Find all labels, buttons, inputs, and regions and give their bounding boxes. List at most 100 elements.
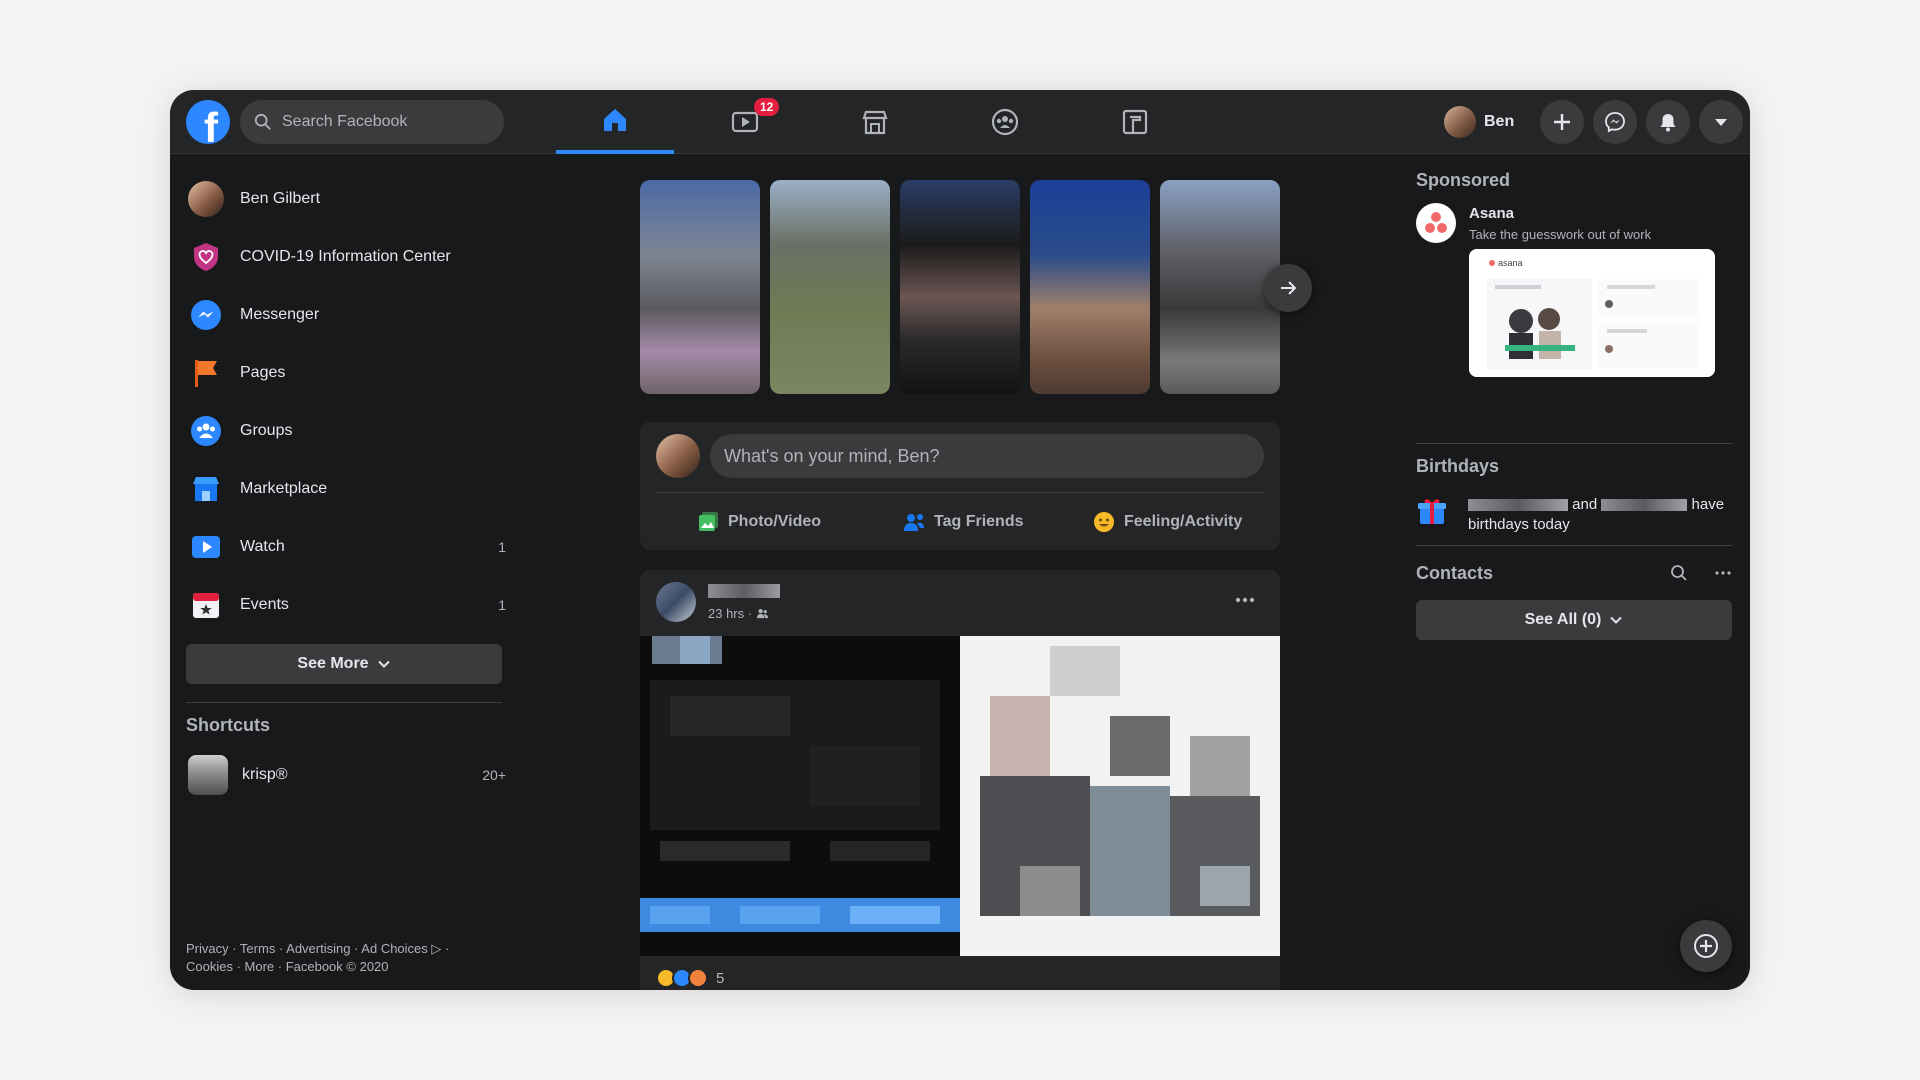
search-icon[interactable] [1670, 564, 1688, 582]
profile-chip[interactable]: Ben [1440, 102, 1524, 142]
sidebar-item-label: Marketplace [240, 480, 328, 497]
stories-next-button[interactable] [1264, 264, 1312, 312]
divider [1416, 443, 1732, 444]
photo-video-button[interactable]: Photo/Video [696, 504, 821, 540]
sidebar-item-groups[interactable]: Groups [186, 402, 506, 460]
contacts-title: Contacts [1416, 562, 1494, 583]
shortcut-count: 20+ [482, 767, 506, 783]
sidebar-item-label: Watch [240, 538, 285, 555]
see-all-contacts-button[interactable]: See All (0) [1416, 600, 1732, 640]
birthday-notice[interactable]: and have birthdays today [1416, 495, 1732, 535]
search-input[interactable] [282, 113, 482, 131]
chevron-down-icon [377, 660, 390, 668]
marketplace-store-icon [862, 110, 888, 135]
haha-reaction-icon [688, 968, 708, 988]
watch-video-icon [188, 529, 224, 565]
sidebar-item-marketplace[interactable]: Marketplace [186, 460, 506, 518]
pixelated-photo [640, 636, 960, 956]
sidebar-item-profile[interactable]: Ben Gilbert [186, 170, 506, 228]
feed-post: 23 hrs · 5 [640, 570, 1280, 990]
avatar [656, 434, 700, 478]
ad-image-brand: asana [1498, 258, 1523, 268]
pages-flag-icon [188, 355, 224, 391]
post-options-button[interactable] [1230, 590, 1260, 610]
sponsored-ad[interactable]: Asana Take the guesswork out of work asa… [1416, 203, 1732, 433]
ad-tagline: Take the guesswork out of work [1469, 227, 1652, 242]
shortcuts-title: Shortcuts [186, 715, 271, 735]
story-card[interactable] [1030, 180, 1150, 394]
tag-friends-button[interactable]: Tag Friends [902, 504, 1024, 540]
arrow-right-icon [1281, 281, 1297, 295]
divider [186, 702, 502, 703]
story-card[interactable] [900, 180, 1020, 394]
events-calendar-icon [188, 587, 224, 623]
more-dots-icon[interactable] [1714, 564, 1732, 582]
sidebar-item-count: 1 [498, 539, 506, 555]
tab-home[interactable] [556, 90, 674, 154]
marketplace-store-icon [188, 471, 224, 507]
sidebar-item-pages[interactable]: Pages [186, 344, 506, 402]
facebook-logo-icon[interactable]: f [186, 100, 230, 144]
right-rail: Sponsored Asana Take the guesswork out o… [1416, 170, 1732, 640]
sidebar-item-label: Events [240, 596, 289, 613]
birthday-and: and [1572, 496, 1598, 513]
caret-down-icon [1715, 119, 1727, 126]
profile-name: Ben [1484, 113, 1515, 130]
tab-marketplace[interactable] [816, 90, 934, 154]
feeling-activity-button[interactable]: Feeling/Activity [1092, 504, 1242, 540]
see-more-label: See More [297, 655, 369, 672]
tab-watch[interactable]: 12 [686, 90, 804, 154]
birthdays-title: Birthdays [1416, 456, 1500, 476]
groups-icon [188, 413, 224, 449]
tab-groups[interactable] [946, 90, 1064, 154]
search-icon [254, 113, 271, 130]
story-card[interactable] [1160, 180, 1280, 394]
more-dots-icon [1235, 597, 1255, 603]
sidebar-item-watch[interactable]: Watch 1 [186, 518, 506, 576]
sidebar-item-covid[interactable]: COVID-19 Information Center [186, 228, 506, 286]
see-more-button[interactable]: See More [186, 644, 502, 684]
footer-line[interactable]: Cookies · More · Facebook © 2020 [186, 958, 506, 976]
facebook-window: f 12 Ben [170, 90, 1750, 990]
avatar[interactable] [656, 582, 696, 622]
new-message-button[interactable] [1680, 920, 1732, 972]
create-button[interactable] [1540, 100, 1584, 144]
search-box[interactable] [240, 100, 504, 144]
footer-links[interactable]: Privacy · Terms · Advertising · Ad Choic… [186, 940, 506, 976]
contacts-header: Contacts [1416, 558, 1732, 588]
sidebar-item-label: Pages [240, 364, 286, 381]
composer-placeholder: What's on your mind, Ben? [724, 445, 940, 466]
post-author-name-redacted[interactable] [708, 584, 780, 598]
pixelated-photo [960, 636, 1280, 956]
asana-ad-creative: asana [1469, 249, 1715, 377]
messenger-icon [1605, 112, 1625, 133]
account-menu-button[interactable] [1699, 100, 1743, 144]
sidebar-item-messenger[interactable]: Messenger [186, 286, 506, 344]
chevron-down-icon [1610, 616, 1623, 624]
post-timestamp[interactable]: 23 hrs · [708, 606, 769, 621]
notifications-button[interactable] [1646, 100, 1690, 144]
ad-image[interactable]: asana [1469, 249, 1715, 377]
tab-gaming[interactable] [1076, 90, 1194, 154]
footer-line[interactable]: Privacy · Terms · Advertising · Ad Choic… [186, 940, 506, 958]
stories-tray [640, 180, 1312, 394]
composer-input[interactable]: What's on your mind, Ben? [710, 434, 1264, 478]
left-sidebar: Ben Gilbert COVID-19 Information Center … [186, 170, 506, 804]
post-reactions[interactable]: 5 [656, 968, 724, 988]
sidebar-item-events[interactable]: Events 1 [186, 576, 506, 634]
story-card[interactable] [640, 180, 760, 394]
shortcut-label: krisp® [242, 766, 288, 783]
sidebar-item-label: COVID-19 Information Center [240, 248, 451, 265]
post-composer: What's on your mind, Ben? Photo/Video Ta… [640, 422, 1280, 550]
messenger-button[interactable] [1593, 100, 1637, 144]
gaming-icon [1122, 109, 1148, 135]
covid-heart-shield-icon [188, 239, 224, 275]
plus-circle-icon [1694, 934, 1718, 958]
bell-icon [1660, 114, 1676, 132]
post-photo-right[interactable] [960, 636, 1280, 956]
sidebar-item-label: Ben Gilbert [240, 190, 321, 207]
post-photo-left[interactable] [640, 636, 960, 956]
reaction-count: 5 [716, 969, 725, 987]
shortcut-item-krisp[interactable]: krisp® 20+ [186, 746, 506, 804]
story-card[interactable] [770, 180, 890, 394]
